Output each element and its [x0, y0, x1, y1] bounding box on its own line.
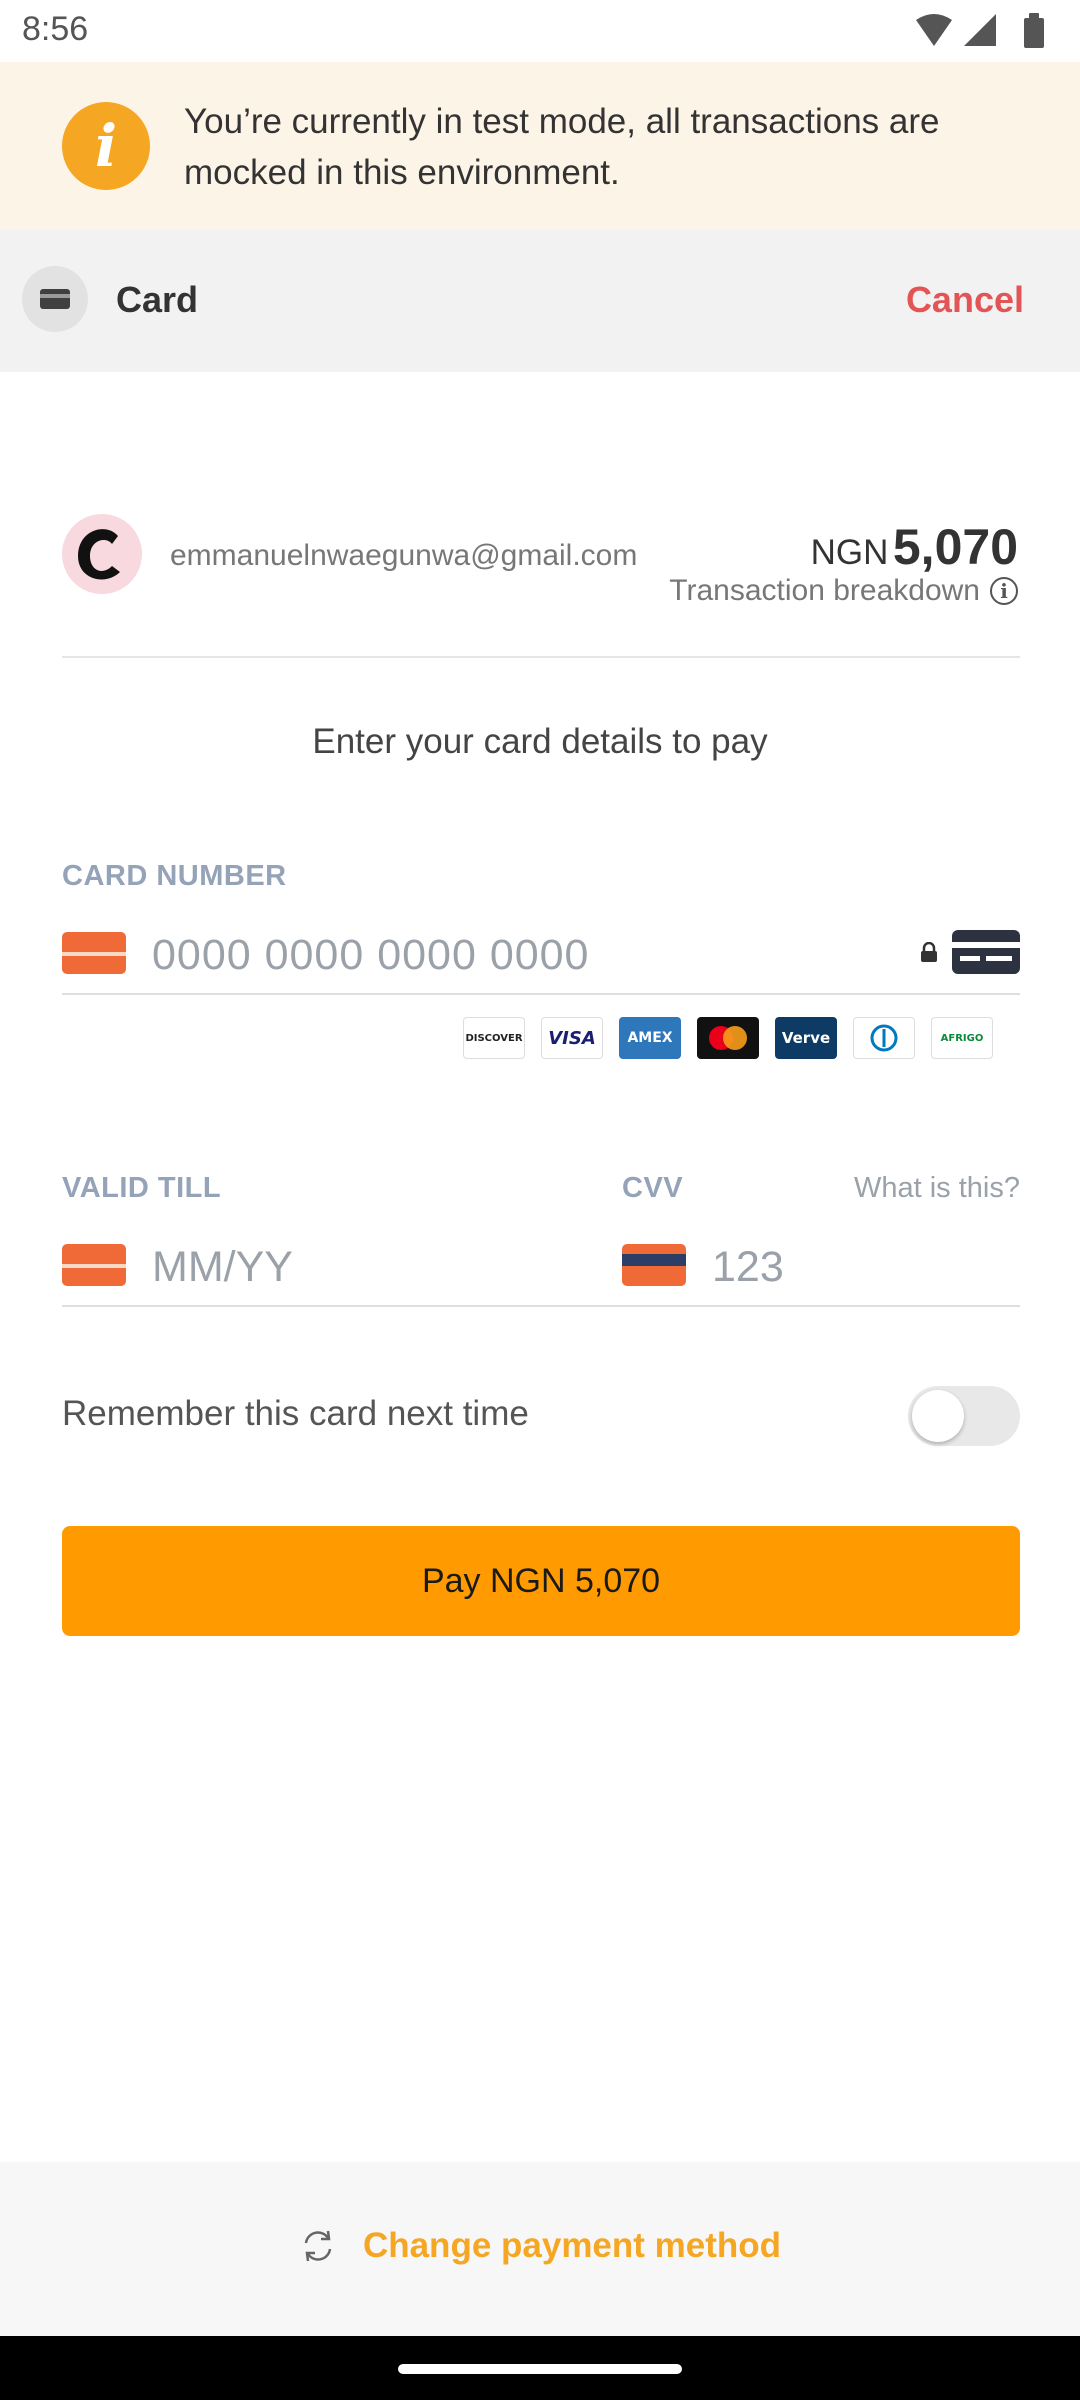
breakdown-label: Transaction breakdown	[669, 574, 980, 607]
cancel-button[interactable]: Cancel	[906, 279, 1024, 321]
cvv-underline	[622, 1305, 1020, 1307]
card-front-icon	[62, 932, 126, 974]
cvv-help-link[interactable]: What is this?	[854, 1172, 1020, 1205]
valid-till-label: VALID TILL	[62, 1172, 222, 1204]
card-brands: DISCOVER VISA AMEX Verve AFRIGO	[463, 1017, 993, 1059]
signal-icon	[964, 14, 996, 46]
diners-logo	[853, 1017, 915, 1059]
info-icon: i	[62, 102, 150, 190]
change-payment-method-label: Change payment method	[362, 2226, 782, 2265]
card-type-icon	[952, 930, 1020, 974]
amex-logo: AMEX	[619, 1017, 681, 1059]
mastercard-logo	[697, 1017, 759, 1059]
home-gesture-handle[interactable]	[398, 2364, 682, 2374]
card-method-icon	[22, 266, 88, 332]
amount-currency: NGN	[810, 533, 889, 572]
afrigo-logo: AFRIGO	[931, 1017, 993, 1059]
cvv-label: CVV	[622, 1172, 684, 1204]
status-time: 8:56	[22, 10, 89, 48]
wifi-icon	[916, 14, 952, 46]
card-number-label: CARD NUMBER	[62, 860, 287, 892]
remember-card-toggle[interactable]	[908, 1386, 1020, 1446]
verve-logo: Verve	[775, 1017, 837, 1059]
amount-display: NGN 5,070	[811, 518, 1018, 576]
merchant-avatar	[62, 514, 142, 594]
status-icons	[916, 13, 1044, 48]
header-title: Card	[116, 279, 199, 320]
toggle-knob	[912, 1390, 964, 1442]
card-number-underline	[62, 993, 1020, 995]
visa-logo: VISA	[541, 1017, 603, 1059]
divider	[62, 656, 1020, 658]
expiry-underline	[62, 1305, 622, 1307]
cvv-input[interactable]	[712, 1236, 1012, 1298]
amount-value: 5,070	[892, 519, 1018, 575]
remember-card-label: Remember this card next time	[62, 1394, 529, 1433]
card-number-input[interactable]	[152, 924, 892, 986]
pay-button[interactable]: Pay NGN 5,070	[62, 1526, 1020, 1636]
change-payment-method-button[interactable]: Change payment method	[0, 2226, 1080, 2266]
refresh-icon	[304, 2230, 332, 2262]
battery-icon	[1024, 13, 1044, 48]
banner-text: You’re currently in test mode, all trans…	[184, 102, 940, 192]
discover-logo: DISCOVER	[463, 1017, 525, 1059]
info-circle-icon: i	[990, 577, 1018, 605]
expiry-input[interactable]	[152, 1236, 572, 1298]
lock-icon	[921, 942, 937, 962]
transaction-breakdown-link[interactable]: Transaction breakdown i	[669, 574, 1018, 608]
card-expiry-icon	[62, 1244, 126, 1286]
card-back-icon	[622, 1244, 686, 1286]
customer-email: emmanuelnwaegunwa@gmail.com	[170, 539, 638, 572]
instruction-text: Enter your card details to pay	[312, 722, 768, 761]
